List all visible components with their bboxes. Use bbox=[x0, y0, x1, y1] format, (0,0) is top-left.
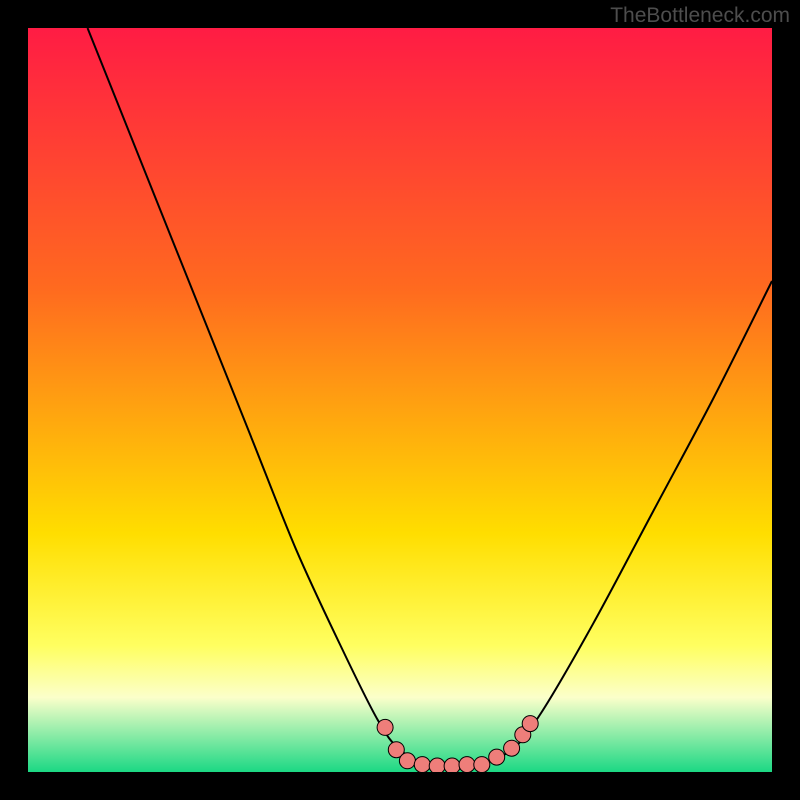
curve-marker bbox=[377, 719, 393, 735]
gradient-background bbox=[28, 28, 772, 772]
curve-marker bbox=[444, 758, 460, 772]
chart-frame: TheBottleneck.com bbox=[0, 0, 800, 800]
curve-marker bbox=[429, 758, 445, 772]
watermark-text: TheBottleneck.com bbox=[610, 4, 790, 28]
curve-marker bbox=[504, 740, 520, 756]
plot-area bbox=[28, 28, 772, 772]
curve-marker bbox=[459, 757, 475, 772]
curve-marker bbox=[489, 749, 505, 765]
curve-marker bbox=[399, 753, 415, 769]
curve-marker bbox=[522, 716, 538, 732]
curve-marker bbox=[474, 757, 490, 772]
chart-svg bbox=[28, 28, 772, 772]
curve-marker bbox=[414, 757, 430, 772]
